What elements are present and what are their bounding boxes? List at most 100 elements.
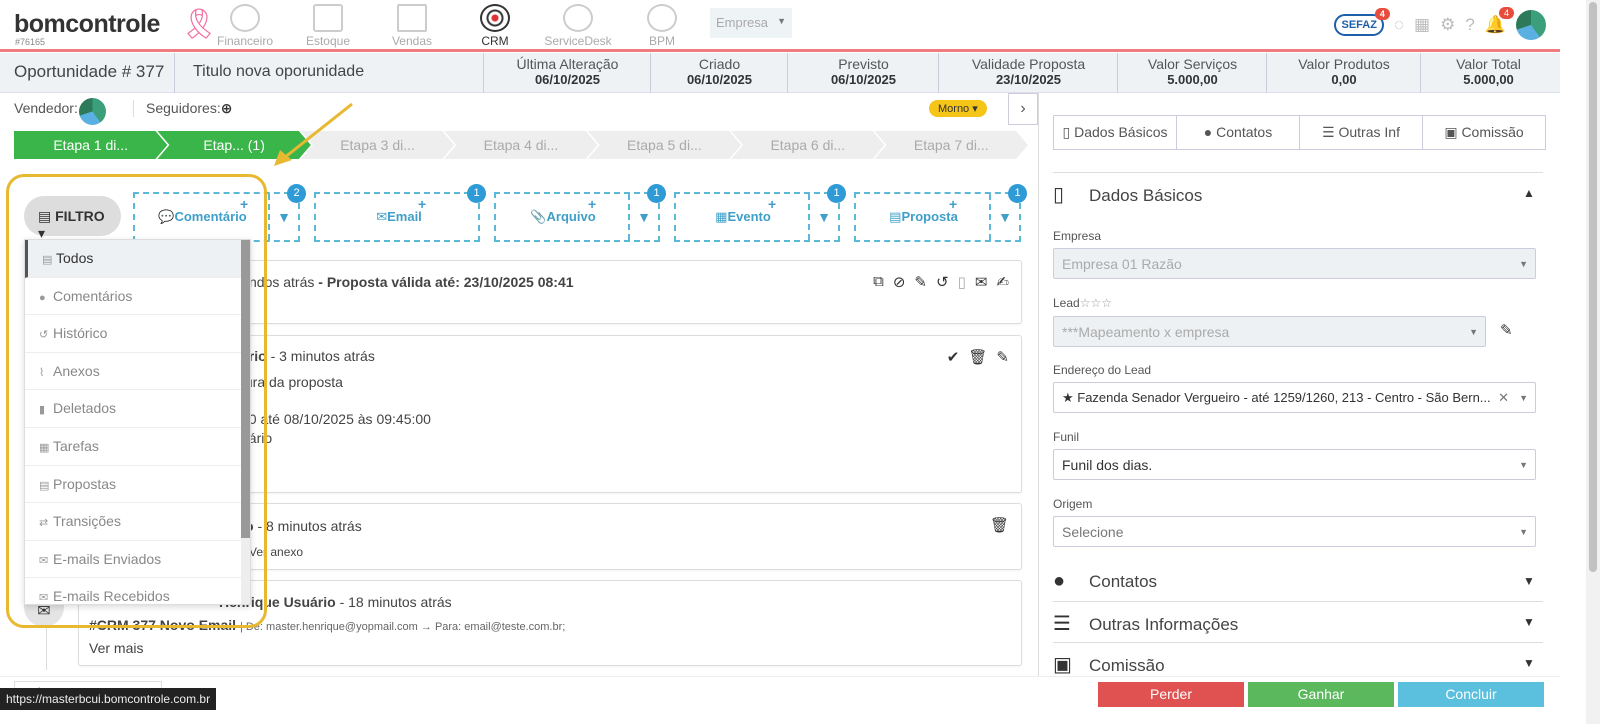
user-icon: ● bbox=[1053, 570, 1066, 592]
edit-lead-icon[interactable]: ✎ bbox=[1500, 321, 1513, 339]
toggle-panel-button[interactable]: › bbox=[1008, 93, 1038, 125]
plus-icon: + bbox=[588, 196, 597, 212]
add-evento[interactable]: ▦Evento bbox=[676, 194, 810, 240]
stage-6[interactable]: Etapa 6 di... bbox=[731, 131, 884, 159]
section-outras-informacoes-header[interactable]: ☰ Outras Informações ▼ bbox=[1053, 611, 1535, 636]
stage-7[interactable]: Etapa 7 di... bbox=[875, 131, 1028, 159]
calendar-icon[interactable]: ▦ bbox=[1414, 15, 1430, 35]
list-icon: ☰ bbox=[1322, 124, 1335, 140]
sign-icon[interactable]: ✍ bbox=[996, 273, 1009, 291]
money-icon: ▣ bbox=[1053, 654, 1072, 676]
trash-icon[interactable]: 🗑 bbox=[990, 516, 1009, 534]
info-previsto: Previsto 06/10/2025 bbox=[787, 53, 939, 93]
add-proposta[interactable]: ▤Proposta bbox=[856, 194, 991, 240]
info-valor-servicos: Valor Serviços 5.000,00 bbox=[1117, 53, 1267, 93]
clear-icon[interactable]: ✕ bbox=[1498, 390, 1509, 406]
module-servicedesk[interactable]: ServiceDesk bbox=[538, 4, 618, 48]
tab-dados-basicos[interactable]: ▯ Dados Básicos bbox=[1053, 115, 1177, 150]
origem-label: Origem bbox=[1053, 497, 1093, 511]
module-estoque[interactable]: Estoque bbox=[288, 4, 368, 48]
target-icon bbox=[480, 4, 510, 32]
tab-comissao[interactable]: ▣ Comissão bbox=[1422, 115, 1546, 150]
card-actions: ⧉ ⊘ ✎ ↺ ▯ ✉ ✍ bbox=[873, 273, 1009, 291]
arquivo-button: 📎Arquivo + ▼ 1 bbox=[494, 184, 666, 242]
page-scrollbar[interactable] bbox=[1586, 0, 1600, 724]
tab-outras-inf[interactable]: ☰ Outras Inf bbox=[1299, 115, 1423, 150]
empresa-select[interactable]: Empresa ▼ bbox=[710, 8, 792, 38]
seguidores: Seguidores:⊕ bbox=[133, 100, 232, 117]
file-icon: ▯ bbox=[1062, 124, 1071, 140]
edit-icon[interactable]: ✎ bbox=[914, 273, 927, 291]
module-financeiro[interactable]: Financeiro bbox=[205, 4, 285, 48]
cart-icon bbox=[397, 4, 427, 32]
gear-icon[interactable]: ⚙ bbox=[1440, 15, 1455, 35]
concluir-button[interactable]: Concluir bbox=[1398, 682, 1544, 707]
section-comissao-header[interactable]: ▣ Comissão ▼ bbox=[1053, 652, 1535, 677]
help-icon[interactable]: ? bbox=[1465, 15, 1474, 35]
paperclip-icon: 📎 bbox=[530, 209, 547, 224]
stage-1[interactable]: Etapa 1 di... bbox=[14, 131, 167, 159]
star-rating[interactable]: ☆☆☆ bbox=[1080, 296, 1112, 310]
empresa-field: Empresa 01 Razão ▼ bbox=[1053, 248, 1536, 279]
section-contatos-header[interactable]: ● Contatos ▼ bbox=[1053, 570, 1535, 593]
email-icon[interactable]: ✉ bbox=[975, 273, 988, 291]
ganhar-button[interactable]: Ganhar bbox=[1248, 682, 1394, 707]
stage-5[interactable]: Etapa 5 di... bbox=[588, 131, 741, 159]
module-vendas[interactable]: Vendas bbox=[372, 4, 452, 48]
user-avatar[interactable] bbox=[1516, 10, 1546, 40]
evento-count: 1 bbox=[827, 184, 846, 203]
module-bpm[interactable]: BPM bbox=[622, 4, 702, 48]
section-dados-basicos-header[interactable]: ▯ Dados Básicos ▲ bbox=[1053, 182, 1535, 207]
info-criado: Criado 06/10/2025 bbox=[650, 53, 788, 93]
scrollbar-thumb[interactable] bbox=[1589, 2, 1597, 572]
divider bbox=[1053, 601, 1543, 602]
stage-4[interactable]: Etapa 4 di... bbox=[444, 131, 597, 159]
trash-icon[interactable]: 🗑 bbox=[968, 348, 987, 366]
top-right-tools: SEFAZ 4 ◌ ▦ ⚙ ? 🔔 4 bbox=[1334, 7, 1546, 42]
sefaz-button[interactable]: SEFAZ 4 bbox=[1334, 8, 1390, 36]
divider bbox=[1053, 642, 1543, 643]
history-icon[interactable]: ↺ bbox=[936, 273, 949, 291]
add-follower-icon[interactable]: ⊕ bbox=[221, 100, 233, 116]
vendedor-avatar[interactable] bbox=[79, 98, 106, 125]
ver-mais-link[interactable]: Ver mais bbox=[89, 640, 143, 656]
chevron-down-icon: ▼ bbox=[1523, 615, 1535, 629]
chevron-right-icon: › bbox=[1020, 100, 1026, 117]
app-logo[interactable]: bomcontrole bbox=[14, 10, 160, 39]
endereco-label: Endereço do Lead bbox=[1053, 363, 1152, 377]
tab-contatos[interactable]: ● Contatos bbox=[1176, 115, 1300, 150]
opportunity-number: Oportunidade # 377 bbox=[14, 62, 165, 81]
edit-icon[interactable]: ✎ bbox=[996, 348, 1009, 366]
whatsapp-icon[interactable]: ◌ bbox=[1394, 15, 1404, 35]
perder-button[interactable]: Perder bbox=[1098, 682, 1244, 707]
flow-icon bbox=[647, 4, 677, 32]
opportunity-name[interactable]: Titulo nova oporunidade bbox=[174, 53, 382, 93]
notification-badge: 4 bbox=[1498, 7, 1514, 19]
annotation-arrow bbox=[274, 102, 353, 166]
arquivo-count: 1 bbox=[647, 184, 666, 203]
temperature-badge[interactable]: Morno ▾ bbox=[929, 100, 987, 117]
add-email[interactable]: ✉Email bbox=[316, 194, 482, 240]
copy-icon[interactable]: ⧉ bbox=[873, 273, 884, 291]
pdf-icon[interactable]: ▯ bbox=[958, 273, 966, 291]
bell-icon[interactable]: 🔔 4 bbox=[1485, 7, 1514, 35]
info-valor-total: Valor Total 5.000,00 bbox=[1420, 53, 1556, 93]
origem-select[interactable]: Selecione ▼ bbox=[1053, 516, 1536, 547]
cancel-icon[interactable]: ⊘ bbox=[893, 273, 906, 291]
endereco-field[interactable]: ★ Fazenda Senador Vergueiro - até 1259/1… bbox=[1053, 382, 1536, 413]
info-valor-produtos: Valor Produtos 0,00 bbox=[1266, 53, 1421, 93]
comentario-count: 2 bbox=[287, 184, 306, 203]
user-icon: ● bbox=[1203, 124, 1213, 140]
add-arquivo[interactable]: 📎Arquivo bbox=[496, 194, 630, 240]
funil-select[interactable]: Funil dos dias. ▼ bbox=[1053, 449, 1536, 480]
envelope-icon: ✉ bbox=[376, 209, 388, 224]
proposta-button: ▤Proposta + ▼ 1 bbox=[854, 184, 1027, 242]
check-icon[interactable]: ✔ bbox=[947, 348, 960, 366]
module-crm[interactable]: CRM bbox=[455, 4, 535, 48]
chevron-up-icon: ▲ bbox=[1523, 186, 1535, 200]
caret-down-icon: ▼ bbox=[1469, 327, 1478, 337]
money-icon: ▣ bbox=[1444, 124, 1458, 140]
status-url-tooltip: https://masterbcui.bomcontrole.com.br bbox=[0, 688, 217, 710]
headset-icon bbox=[563, 4, 593, 32]
file-icon: ▯ bbox=[1053, 184, 1065, 206]
